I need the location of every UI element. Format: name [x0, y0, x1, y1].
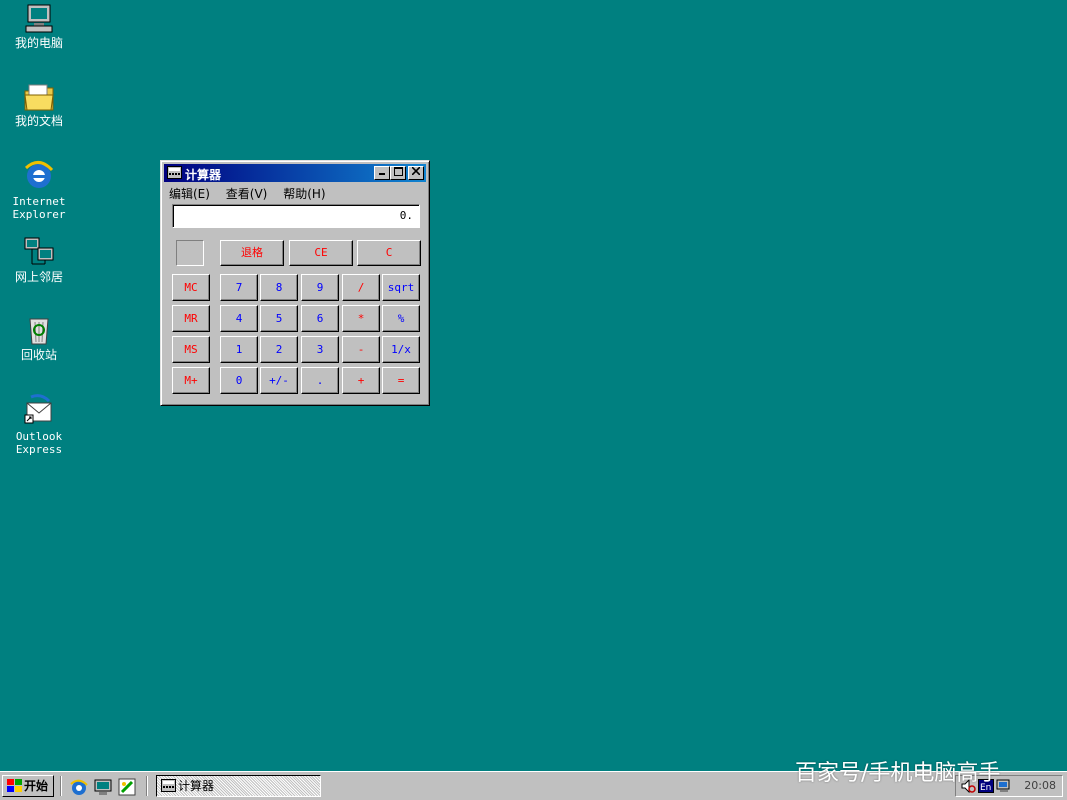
- recycle-bin-icon: [29, 318, 49, 345]
- internet-explorer-icon: [24, 161, 54, 188]
- ms-button[interactable]: MS: [172, 336, 210, 363]
- clear-button[interactable]: C: [357, 240, 421, 266]
- minimize-button[interactable]: [374, 166, 390, 180]
- key-7[interactable]: 7: [220, 274, 258, 301]
- calculator-icon: [167, 166, 182, 179]
- backspace-button[interactable]: 退格: [220, 240, 284, 266]
- key-decimal[interactable]: .: [301, 367, 339, 394]
- clock[interactable]: 20:08: [1024, 776, 1056, 796]
- key-negate[interactable]: +/-: [260, 367, 298, 394]
- key-0[interactable]: 0: [220, 367, 258, 394]
- network-neighborhood-icon: [24, 237, 54, 265]
- my-documents-icon: [24, 84, 54, 111]
- desktop-icon-label: Internet Explorer: [12, 195, 66, 221]
- key-multiply[interactable]: *: [342, 305, 380, 332]
- key-3[interactable]: 3: [301, 336, 339, 363]
- taskbar-item-label: 计算器: [178, 779, 215, 793]
- windows-logo-icon: [7, 779, 22, 792]
- desktop-icon-label: 我的文档: [14, 114, 63, 128]
- desktop-icon-my-computer[interactable]: 我的电脑: [3, 2, 75, 50]
- mr-button[interactable]: MR: [172, 305, 210, 332]
- internet-explorer-icon[interactable]: [70, 778, 88, 796]
- start-label: 开始: [24, 779, 49, 793]
- maximize-button[interactable]: [390, 166, 406, 180]
- close-icon: [411, 166, 421, 176]
- clear-entry-button[interactable]: CE: [289, 240, 353, 266]
- calculator-display: 0.: [172, 204, 420, 228]
- key-reciprocal[interactable]: 1/x: [382, 336, 420, 363]
- key-equals[interactable]: =: [382, 367, 420, 394]
- desktop-icon-internet-explorer[interactable]: Internet Explorer: [3, 158, 75, 221]
- window-title: 计算器: [185, 168, 222, 182]
- desktop-icon-label: 回收站: [20, 348, 57, 362]
- menu-view[interactable]: 查看(V): [226, 185, 268, 202]
- key-2[interactable]: 2: [260, 336, 298, 363]
- mc-button[interactable]: MC: [172, 274, 210, 301]
- calculator-window: 计算器 编辑(E) 查看(V) 帮助(H) 0. 退格 CE C MC MR M…: [160, 160, 430, 406]
- memory-indicator: [176, 240, 204, 266]
- taskbar-separator: [146, 776, 148, 796]
- key-percent[interactable]: %: [382, 305, 420, 332]
- minimize-icon: [379, 173, 385, 175]
- m-plus-button[interactable]: M+: [172, 367, 210, 394]
- show-desktop-icon[interactable]: [94, 778, 112, 796]
- start-button[interactable]: 开始: [2, 775, 54, 797]
- desktop-icon-recycle-bin[interactable]: 回收站: [3, 314, 75, 362]
- key-divide[interactable]: /: [342, 274, 380, 301]
- calculator-icon: [161, 779, 176, 792]
- watermark: 百家号/手机电脑高手: [795, 761, 1001, 786]
- key-4[interactable]: 4: [220, 305, 258, 332]
- desktop-icon-my-documents[interactable]: 我的文档: [3, 82, 75, 128]
- key-subtract[interactable]: -: [342, 336, 380, 363]
- key-1[interactable]: 1: [220, 336, 258, 363]
- menu-help[interactable]: 帮助(H): [283, 185, 325, 202]
- menu-bar: 编辑(E) 查看(V) 帮助(H): [169, 185, 338, 203]
- menu-edit[interactable]: 编辑(E): [169, 185, 210, 202]
- key-8[interactable]: 8: [260, 274, 298, 301]
- close-button[interactable]: [408, 166, 424, 180]
- key-9[interactable]: 9: [301, 274, 339, 301]
- desktop-icon-outlook-express[interactable]: Outlook Express: [3, 393, 75, 456]
- desktop-icon-network-neighborhood[interactable]: 网上邻居: [3, 236, 75, 284]
- key-add[interactable]: +: [342, 367, 380, 394]
- taskbar-item-calculator[interactable]: 计算器: [156, 775, 321, 797]
- taskbar-separator: [60, 776, 62, 796]
- key-sqrt[interactable]: sqrt: [382, 274, 420, 301]
- key-6[interactable]: 6: [301, 305, 339, 332]
- desktop-icon-label: Outlook Express: [15, 430, 63, 456]
- desktop-icon-label: 我的电脑: [14, 36, 63, 50]
- title-bar[interactable]: 计算器: [164, 164, 426, 182]
- key-5[interactable]: 5: [260, 305, 298, 332]
- my-computer-icon: [25, 4, 53, 33]
- maximize-icon: [393, 167, 403, 176]
- desktop-icon-label: 网上邻居: [14, 270, 63, 284]
- channels-icon[interactable]: [118, 778, 136, 796]
- outlook-express-icon: [24, 394, 52, 424]
